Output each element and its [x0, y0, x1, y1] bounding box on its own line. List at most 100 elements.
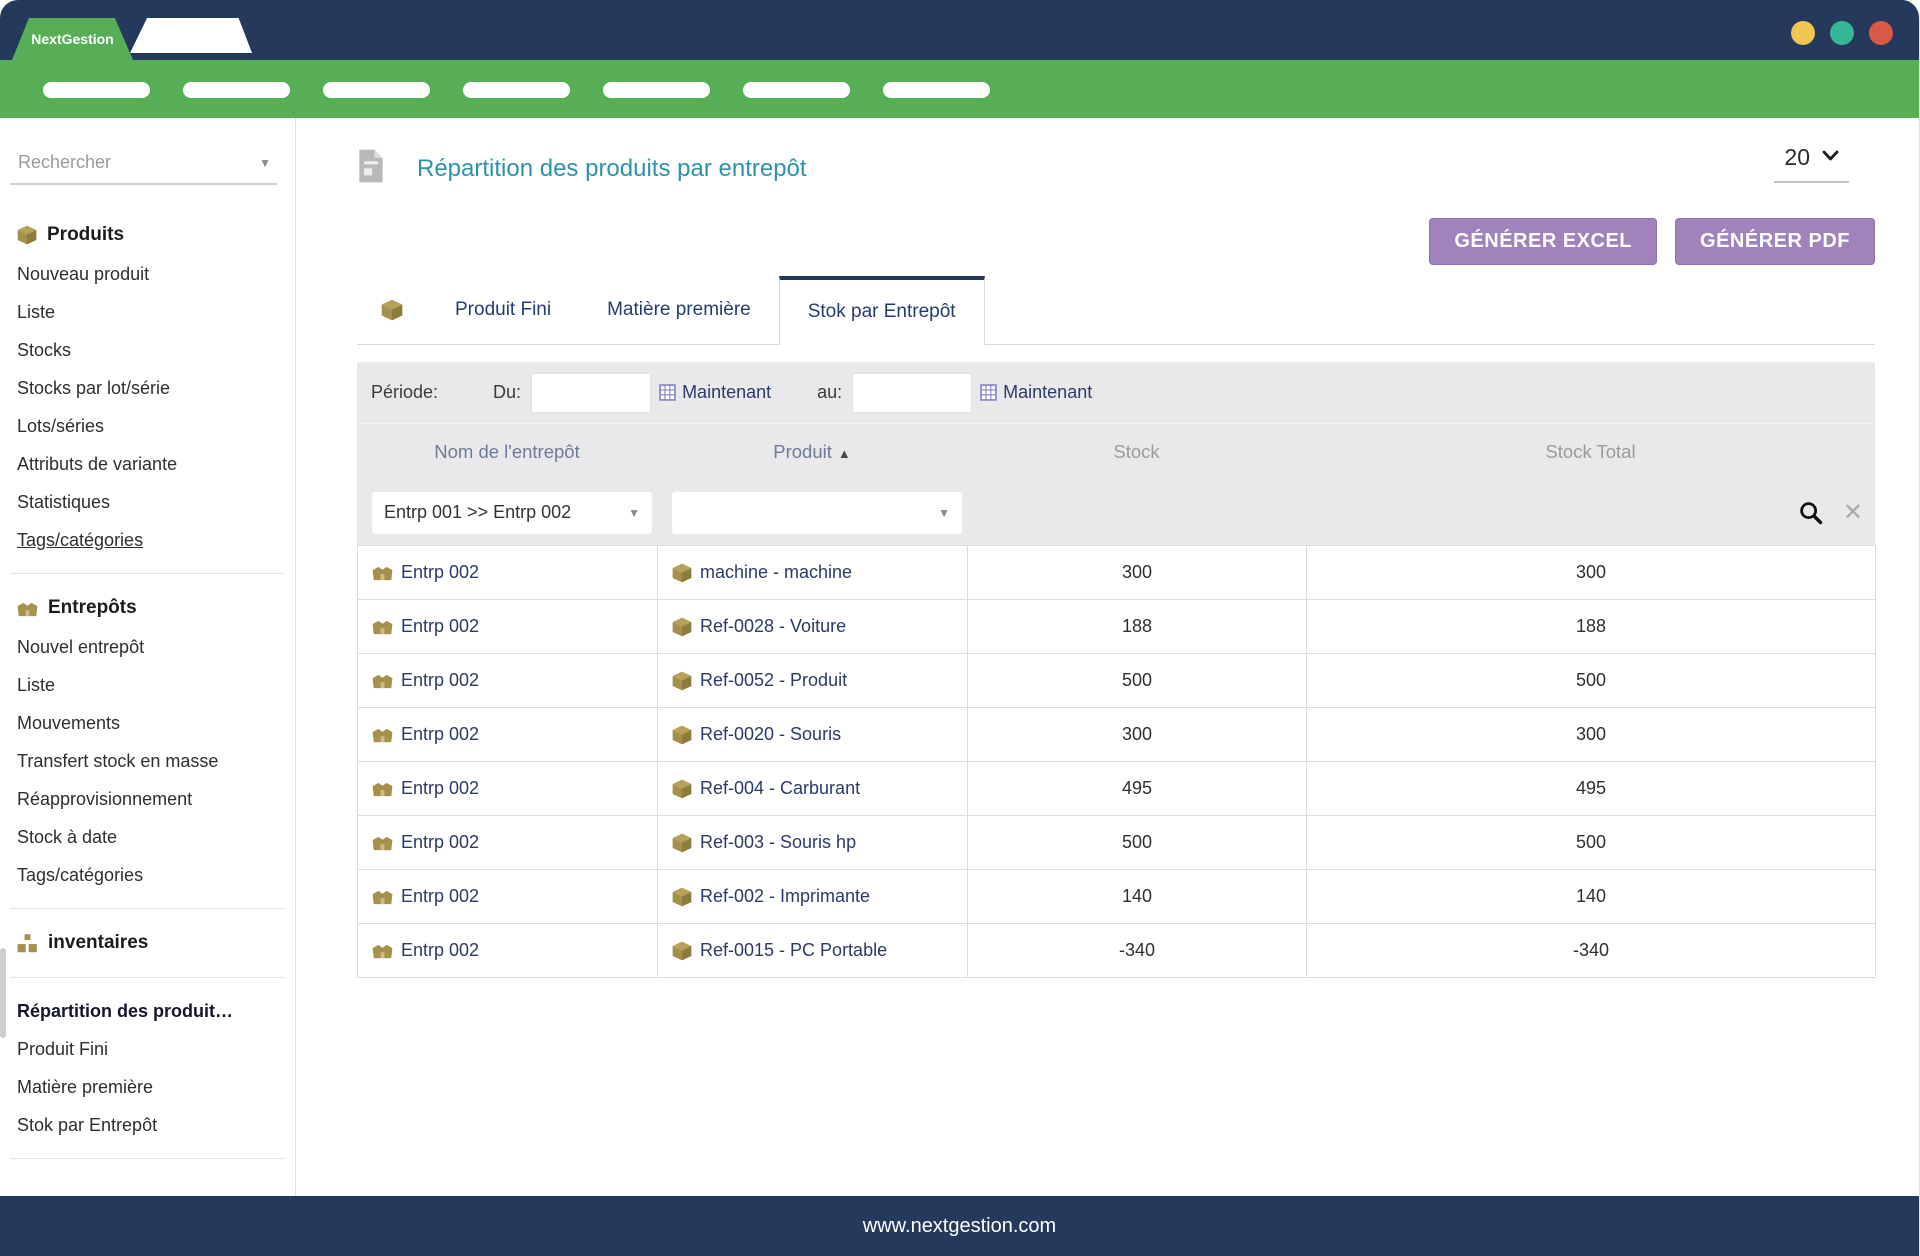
nav-pill-7[interactable]: [883, 82, 990, 98]
product-link[interactable]: Ref-0052 - Produit: [672, 670, 967, 691]
top-bar: NextGestion: [0, 0, 1919, 60]
column-header-product[interactable]: Produit▲: [657, 441, 967, 463]
warehouse-icon: [372, 672, 393, 689]
divider: [10, 1158, 285, 1159]
app-window: NextGestion Rechercher ▼ ProduitsNouveau…: [0, 0, 1920, 1256]
filter-tools: ✕: [1798, 500, 1863, 525]
sidebar-item[interactable]: Attributs de variante: [0, 445, 295, 483]
document-icon: [357, 148, 385, 189]
warehouse-link[interactable]: Entrp 002: [372, 616, 657, 637]
column-header-stock-total[interactable]: Stock Total: [1306, 441, 1875, 463]
tab-produit-fini[interactable]: Produit Fini: [427, 276, 579, 344]
sidebar-item[interactable]: Répartition des produit…: [0, 992, 295, 1030]
warehouse-link[interactable]: Entrp 002: [372, 562, 657, 583]
cube-icon: [672, 941, 692, 961]
sidebar-item[interactable]: Lots/séries: [0, 407, 295, 445]
warehouse-filter-select[interactable]: Entrp 001 >> Entrp 002 ▼: [372, 492, 652, 534]
product-name: machine - machine: [700, 562, 852, 583]
yellow-dot[interactable]: [1791, 21, 1815, 45]
chevron-down-icon: [1822, 149, 1839, 167]
generate-excel-button[interactable]: GÉNÉRER EXCEL: [1429, 218, 1657, 265]
cube-icon: [672, 563, 692, 583]
brand-tab[interactable]: NextGestion: [12, 18, 133, 60]
content-row: Rechercher ▼ ProduitsNouveau produitList…: [0, 118, 1919, 1196]
sidebar-item[interactable]: Mouvements: [0, 704, 295, 742]
sidebar-item[interactable]: Stok par Entrepôt: [0, 1106, 295, 1144]
generate-pdf-button[interactable]: GÉNÉRER PDF: [1675, 218, 1875, 265]
tab-mati-re-premi-re[interactable]: Matière première: [579, 276, 779, 344]
secondary-tab[interactable]: [130, 18, 252, 53]
product-name: Ref-002 - Imprimante: [700, 886, 870, 907]
sidebar-item[interactable]: Réapprovisionnement: [0, 780, 295, 818]
product-link[interactable]: Ref-0028 - Voiture: [672, 616, 967, 637]
product-link[interactable]: Ref-003 - Souris hp: [672, 832, 967, 853]
search-input[interactable]: Rechercher ▼: [10, 152, 277, 185]
date-to-input[interactable]: [852, 373, 972, 413]
nav-pill-6[interactable]: [743, 82, 850, 98]
period-label: Période:: [371, 382, 438, 403]
warehouse-link[interactable]: Entrp 002: [372, 832, 657, 853]
clear-filter-icon[interactable]: ✕: [1843, 501, 1863, 525]
product-link[interactable]: Ref-002 - Imprimante: [672, 886, 967, 907]
warehouse-icon: [17, 600, 38, 617]
sidebar-item[interactable]: Liste: [0, 666, 295, 704]
tab-products-icon[interactable]: [357, 276, 427, 344]
sidebar-scrollbar[interactable]: [0, 948, 6, 1038]
cube-icon: [17, 225, 37, 245]
table-row: Entrp 002Ref-0015 - PC Portable-340-340: [358, 924, 1876, 978]
page-size-select[interactable]: 20: [1774, 140, 1849, 183]
sort-asc-icon: ▲: [838, 446, 851, 461]
product-link[interactable]: Ref-0020 - Souris: [672, 724, 967, 745]
nav-pill-3[interactable]: [323, 82, 430, 98]
sidebar-section-entrepôts[interactable]: Entrepôts: [0, 588, 295, 628]
sidebar-item[interactable]: Nouvel entrepôt: [0, 628, 295, 666]
warehouse-icon: [372, 834, 393, 851]
actions: GÉNÉRER EXCEL GÉNÉRER PDF: [1429, 218, 1875, 265]
warehouse-link[interactable]: Entrp 002: [372, 940, 657, 961]
warehouse-link[interactable]: Entrp 002: [372, 724, 657, 745]
divider: [10, 573, 285, 574]
page-size-value: 20: [1784, 144, 1810, 171]
product-filter-select[interactable]: ▼: [672, 492, 962, 534]
sidebar-item[interactable]: Stocks: [0, 331, 295, 369]
sidebar-item[interactable]: Liste: [0, 293, 295, 331]
sidebar-item[interactable]: Nouveau produit: [0, 255, 295, 293]
sidebar-item[interactable]: Tags/catégories: [0, 521, 295, 559]
sidebar-item[interactable]: Tags/catégories: [0, 856, 295, 894]
tab-stok-par-entrep-t[interactable]: Stok par Entrepôt: [779, 276, 985, 345]
sidebar-item[interactable]: Transfert stock en masse: [0, 742, 295, 780]
sidebar-section-inventaires[interactable]: inventaires: [0, 923, 295, 963]
sidebar-item[interactable]: Stock à date: [0, 818, 295, 856]
sidebar-section-produits[interactable]: Produits: [0, 215, 295, 255]
sidebar-item[interactable]: Produit Fini: [0, 1030, 295, 1068]
now-from-link[interactable]: Maintenant: [682, 382, 771, 403]
product-link[interactable]: Ref-004 - Carburant: [672, 778, 967, 799]
column-header-warehouse[interactable]: Nom de l'entrepôt: [357, 441, 657, 463]
stock-value: -340: [968, 924, 1307, 978]
nav-pill-4[interactable]: [463, 82, 570, 98]
nav-pill-1[interactable]: [43, 82, 150, 98]
sidebar-section-label: Entrepôts: [48, 597, 137, 619]
product-link[interactable]: Ref-0015 - PC Portable: [672, 940, 967, 961]
red-dot[interactable]: [1869, 21, 1893, 45]
nav-pill-2[interactable]: [183, 82, 290, 98]
stock-total-value: 495: [1307, 762, 1876, 816]
filter-area: Période: Du: Maintenant au:: [357, 362, 1875, 545]
warehouse-link[interactable]: Entrp 002: [372, 886, 657, 907]
product-link[interactable]: machine - machine: [672, 562, 967, 583]
sidebar-item[interactable]: Matière première: [0, 1068, 295, 1106]
calendar-icon[interactable]: [659, 384, 676, 401]
sidebar-item[interactable]: Stocks par lot/série: [0, 369, 295, 407]
column-header-stock[interactable]: Stock: [967, 441, 1306, 463]
warehouse-link[interactable]: Entrp 002: [372, 670, 657, 691]
warehouse-icon: [372, 780, 393, 797]
nav-pill-5[interactable]: [603, 82, 710, 98]
warehouse-link[interactable]: Entrp 002: [372, 778, 657, 799]
search-icon[interactable]: [1798, 500, 1823, 525]
calendar-icon[interactable]: [980, 384, 997, 401]
date-from-input[interactable]: [531, 373, 651, 413]
now-to-link[interactable]: Maintenant: [1003, 382, 1092, 403]
product-name: Ref-0052 - Produit: [700, 670, 847, 691]
sidebar-item[interactable]: Statistiques: [0, 483, 295, 521]
teal-dot[interactable]: [1830, 21, 1854, 45]
